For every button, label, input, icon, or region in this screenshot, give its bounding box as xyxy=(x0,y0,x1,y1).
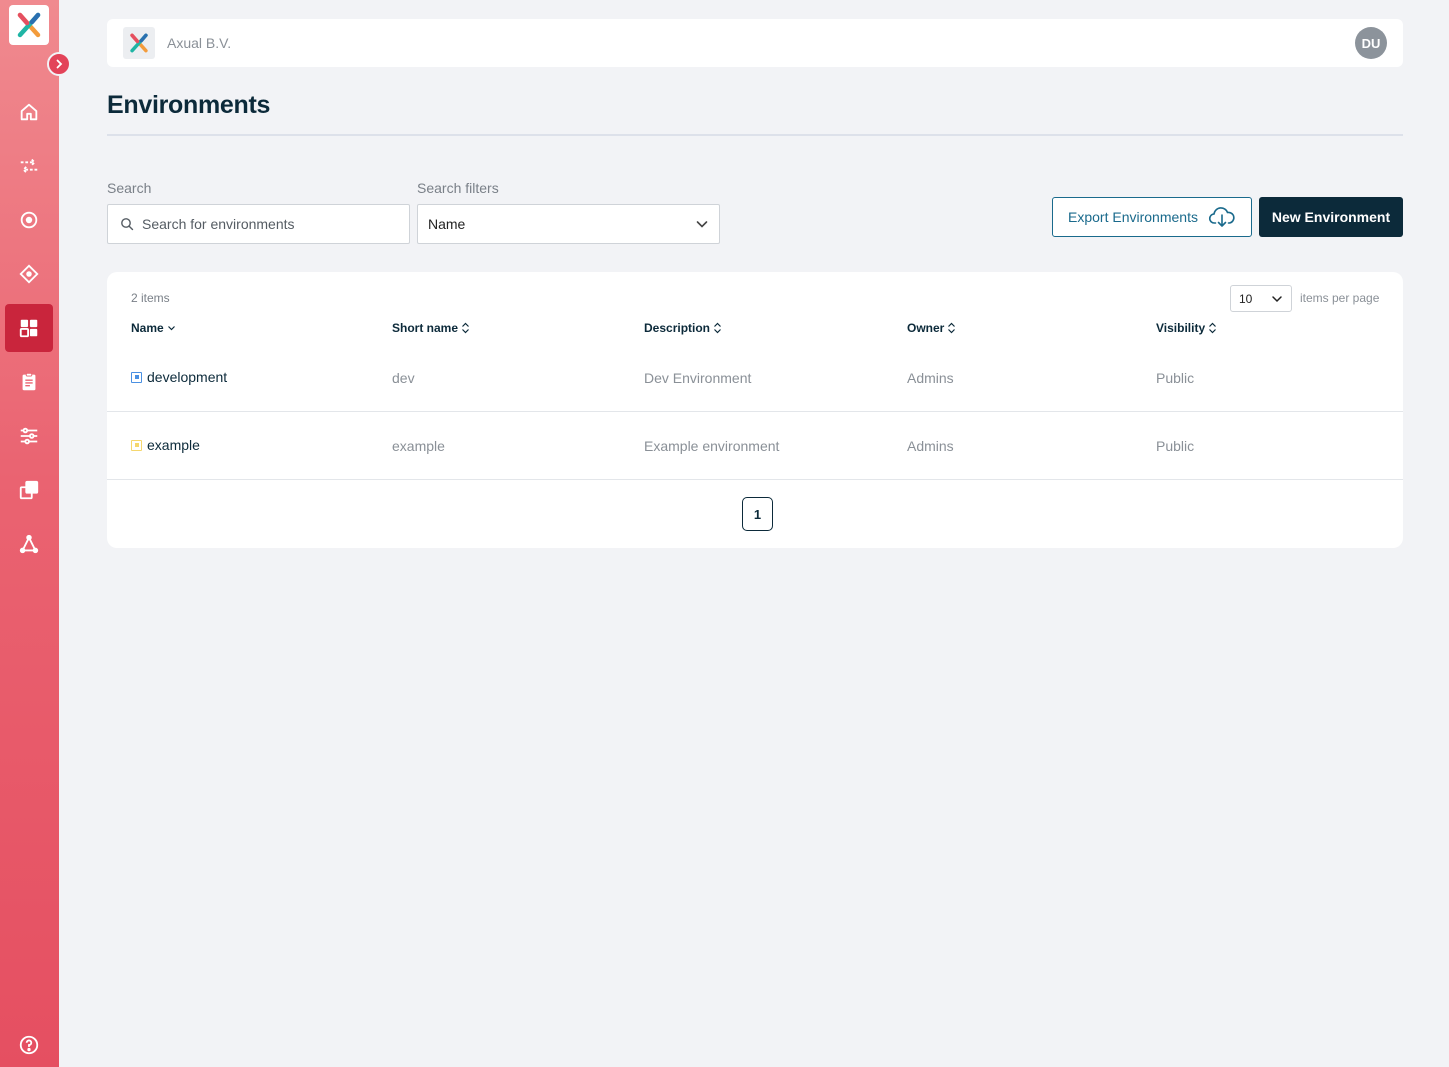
description-cell: Dev Environment xyxy=(644,370,752,386)
sort-desc-icon xyxy=(167,326,175,331)
search-filters-label: Search filters xyxy=(417,180,499,196)
axual-logo[interactable] xyxy=(9,5,49,45)
search-input[interactable] xyxy=(142,216,392,232)
environment-color-icon xyxy=(131,439,142,451)
sidebar-expand-button[interactable] xyxy=(47,52,71,76)
search-icon xyxy=(121,218,134,231)
sort-icon xyxy=(462,322,469,334)
search-filter-select[interactable]: Name xyxy=(417,204,720,244)
target-icon[interactable] xyxy=(5,196,53,244)
column-header-description[interactable]: Description xyxy=(644,321,722,335)
environment-name: development xyxy=(147,369,228,385)
pagination-page-button[interactable]: 1 xyxy=(742,497,773,531)
home-icon[interactable] xyxy=(5,88,53,136)
items-per-page-select[interactable]: 10 xyxy=(1230,285,1292,312)
environment-name-cell[interactable]: development xyxy=(131,369,227,385)
per-page-value: 10 xyxy=(1239,291,1253,306)
export-label: Export Environments xyxy=(1068,209,1198,225)
new-environment-button[interactable]: New Environment xyxy=(1259,197,1403,237)
visibility-cell: Public xyxy=(1156,370,1195,386)
dashboard-icon[interactable] xyxy=(5,304,53,352)
search-filter-value: Name xyxy=(428,216,466,232)
page-title: Environments xyxy=(107,91,271,119)
environments-table: 2 items 10 items per page Name Short nam… xyxy=(107,272,1403,548)
table-row[interactable]: example example Example environment Admi… xyxy=(107,412,1403,480)
sort-icon xyxy=(948,322,956,334)
search-label: Search xyxy=(107,180,152,196)
environment-name: example xyxy=(147,437,200,453)
org-logo[interactable] xyxy=(123,27,155,59)
top-bar: Axual B.V. DU xyxy=(107,19,1403,67)
column-header-label: Description xyxy=(644,321,711,335)
sliders-icon[interactable] xyxy=(5,412,53,460)
per-page-label: items per page xyxy=(1300,291,1380,305)
column-header-label: Name xyxy=(131,321,164,335)
environment-name-cell[interactable]: example xyxy=(131,437,200,453)
chevron-down-icon xyxy=(696,221,708,228)
description-cell: Example environment xyxy=(644,438,780,454)
environment-color-icon xyxy=(131,371,142,383)
network-icon[interactable] xyxy=(5,520,53,568)
chevron-down-icon xyxy=(1272,295,1282,302)
sort-icon xyxy=(1209,322,1217,334)
item-count: 2 items xyxy=(131,291,170,305)
short-name-cell: dev xyxy=(392,370,415,386)
organization-name: Axual B.V. xyxy=(167,35,232,51)
column-header-owner[interactable]: Owner xyxy=(907,321,956,335)
sort-icon xyxy=(714,322,721,334)
column-header-label: Short name xyxy=(392,321,459,335)
title-divider xyxy=(107,134,1403,136)
cloud-download-icon xyxy=(1208,207,1235,227)
clipboard-icon[interactable] xyxy=(5,358,53,406)
column-header-short-name[interactable]: Short name xyxy=(392,321,470,335)
column-header-label: Visibility xyxy=(1156,321,1206,335)
streams-icon[interactable] xyxy=(5,142,53,190)
copy-icon[interactable] xyxy=(5,466,53,514)
avatar[interactable]: DU xyxy=(1355,27,1387,59)
table-row[interactable]: development dev Dev Environment Admins P… xyxy=(107,344,1403,412)
help-icon[interactable] xyxy=(5,1021,53,1067)
export-environments-button[interactable]: Export Environments xyxy=(1052,197,1252,237)
chevron-right-icon xyxy=(56,59,63,69)
search-field xyxy=(107,204,410,244)
column-header-label: Owner xyxy=(907,321,945,335)
owner-cell: Admins xyxy=(907,370,954,386)
diamond-icon[interactable] xyxy=(5,250,53,298)
sidebar xyxy=(0,0,59,1067)
short-name-cell: example xyxy=(392,438,445,454)
column-header-visibility[interactable]: Visibility xyxy=(1156,321,1217,335)
owner-cell: Admins xyxy=(907,438,954,454)
column-header-name[interactable]: Name xyxy=(131,321,176,335)
visibility-cell: Public xyxy=(1156,438,1195,454)
